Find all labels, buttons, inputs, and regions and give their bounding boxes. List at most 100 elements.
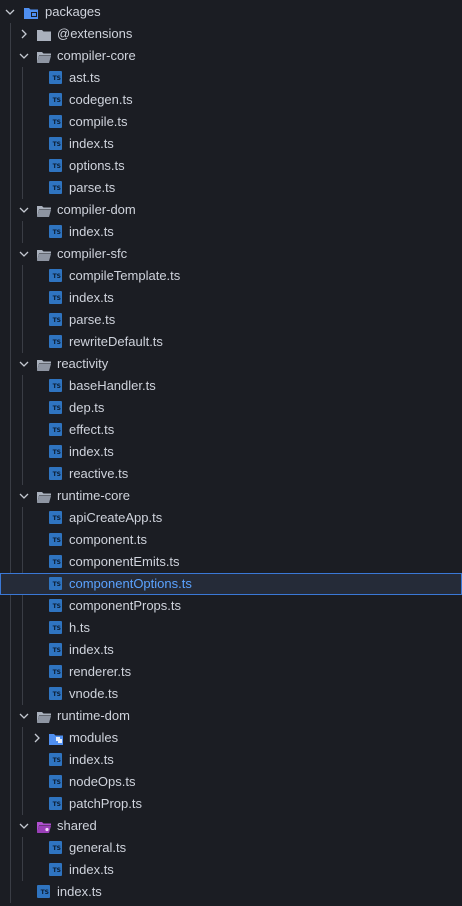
chevron-down-icon[interactable]: [18, 815, 30, 837]
file-item[interactable]: TS reactive.ts: [0, 463, 462, 485]
file-item[interactable]: TS parse.ts: [0, 177, 462, 199]
folder-icon: [36, 27, 52, 41]
chevron-down-icon[interactable]: [4, 1, 16, 23]
open-folder-icon: [36, 709, 52, 723]
file-item[interactable]: TS patchProp.ts: [0, 793, 462, 815]
typescript-file-icon: TS: [37, 885, 50, 898]
folder-compiler-sfc[interactable]: compiler-sfc: [0, 243, 462, 265]
file-label: parse.ts: [69, 180, 116, 195]
folder-label: compiler-sfc: [57, 246, 128, 261]
typescript-file-icon: TS: [49, 643, 62, 656]
file-item[interactable]: TS vnode.ts: [0, 683, 462, 705]
file-item-selected[interactable]: TS componentOptions.ts: [0, 573, 462, 595]
file-item[interactable]: TS general.ts: [0, 837, 462, 859]
file-item[interactable]: TS index.ts: [0, 287, 462, 309]
folder-label: shared: [57, 818, 97, 833]
file-label: apiCreateApp.ts: [69, 510, 163, 525]
folder-label: compiler-core: [57, 48, 136, 63]
typescript-file-icon: TS: [49, 775, 62, 788]
file-label: index.ts: [69, 862, 114, 877]
open-folder-icon: [36, 489, 52, 503]
file-item[interactable]: TS index.ts: [0, 881, 462, 903]
typescript-file-icon: TS: [49, 313, 62, 326]
typescript-file-icon: TS: [49, 753, 62, 766]
file-item[interactable]: TS index.ts: [0, 859, 462, 881]
file-item[interactable]: TS index.ts: [0, 639, 462, 661]
typescript-file-icon: TS: [49, 335, 62, 348]
chevron-down-icon[interactable]: [18, 199, 30, 221]
file-label: dep.ts: [69, 400, 105, 415]
file-label: parse.ts: [69, 312, 116, 327]
typescript-file-icon: TS: [49, 533, 62, 546]
folder-label: runtime-dom: [57, 708, 130, 723]
file-item[interactable]: TS compile.ts: [0, 111, 462, 133]
typescript-file-icon: TS: [49, 401, 62, 414]
folder-runtime-dom[interactable]: runtime-dom: [0, 705, 462, 727]
file-label: general.ts: [69, 840, 127, 855]
open-folder-icon: [36, 247, 52, 261]
folder-packages[interactable]: packages: [0, 1, 462, 23]
shared-folder-icon: [36, 819, 52, 833]
folder-reactivity[interactable]: reactivity: [0, 353, 462, 375]
chevron-down-icon[interactable]: [18, 353, 30, 375]
file-label: h.ts: [69, 620, 90, 635]
file-item[interactable]: TS ast.ts: [0, 67, 462, 89]
file-item[interactable]: TS component.ts: [0, 529, 462, 551]
file-item[interactable]: TS renderer.ts: [0, 661, 462, 683]
file-label: baseHandler.ts: [69, 378, 156, 393]
file-item[interactable]: TS apiCreateApp.ts: [0, 507, 462, 529]
chevron-down-icon[interactable]: [18, 243, 30, 265]
file-item[interactable]: TS rewriteDefault.ts: [0, 331, 462, 353]
file-label: compile.ts: [69, 114, 128, 129]
typescript-file-icon: TS: [49, 445, 62, 458]
file-label: index.ts: [69, 444, 114, 459]
folder-shared[interactable]: shared: [0, 815, 462, 837]
chevron-right-icon[interactable]: [31, 727, 43, 749]
file-item[interactable]: TS dep.ts: [0, 397, 462, 419]
typescript-file-icon: TS: [49, 577, 62, 590]
chevron-down-icon[interactable]: [18, 45, 30, 67]
file-item[interactable]: TS effect.ts: [0, 419, 462, 441]
folder-modules[interactable]: modules: [0, 727, 462, 749]
file-item[interactable]: TS compileTemplate.ts: [0, 265, 462, 287]
chevron-right-icon[interactable]: [18, 23, 30, 45]
file-explorer: packages @extensions compiler-core TS as…: [0, 1, 462, 905]
typescript-file-icon: TS: [49, 71, 62, 84]
file-item[interactable]: TS index.ts: [0, 133, 462, 155]
typescript-file-icon: TS: [49, 269, 62, 282]
folder-extensions[interactable]: @extensions: [0, 23, 462, 45]
file-label: index.ts: [69, 642, 114, 657]
file-label: options.ts: [69, 158, 125, 173]
file-label: vnode.ts: [69, 686, 119, 701]
file-label: componentProps.ts: [69, 598, 182, 613]
file-item[interactable]: TS index.ts: [0, 221, 462, 243]
file-item[interactable]: TS options.ts: [0, 155, 462, 177]
typescript-file-icon: TS: [49, 467, 62, 480]
typescript-file-icon: TS: [49, 863, 62, 876]
typescript-file-icon: TS: [49, 115, 62, 128]
modules-folder-icon: [48, 731, 64, 745]
file-label: index.ts: [69, 290, 114, 305]
folder-label: runtime-core: [57, 488, 130, 503]
file-label: compileTemplate.ts: [69, 268, 181, 283]
typescript-file-icon: TS: [49, 841, 62, 854]
typescript-file-icon: TS: [49, 225, 62, 238]
chevron-down-icon[interactable]: [18, 485, 30, 507]
file-item[interactable]: TS h.ts: [0, 617, 462, 639]
file-item[interactable]: TS baseHandler.ts: [0, 375, 462, 397]
file-item[interactable]: TS componentEmits.ts: [0, 551, 462, 573]
file-item[interactable]: TS parse.ts: [0, 309, 462, 331]
typescript-file-icon: TS: [49, 665, 62, 678]
chevron-down-icon[interactable]: [18, 705, 30, 727]
typescript-file-icon: TS: [49, 555, 62, 568]
folder-runtime-core[interactable]: runtime-core: [0, 485, 462, 507]
file-item[interactable]: TS codegen.ts: [0, 89, 462, 111]
folder-compiler-core[interactable]: compiler-core: [0, 45, 462, 67]
file-item[interactable]: TS componentProps.ts: [0, 595, 462, 617]
typescript-file-icon: TS: [49, 379, 62, 392]
file-item[interactable]: TS index.ts: [0, 441, 462, 463]
folder-compiler-dom[interactable]: compiler-dom: [0, 199, 462, 221]
folder-label: packages: [45, 4, 101, 19]
file-item[interactable]: TS nodeOps.ts: [0, 771, 462, 793]
file-item[interactable]: TS index.ts: [0, 749, 462, 771]
